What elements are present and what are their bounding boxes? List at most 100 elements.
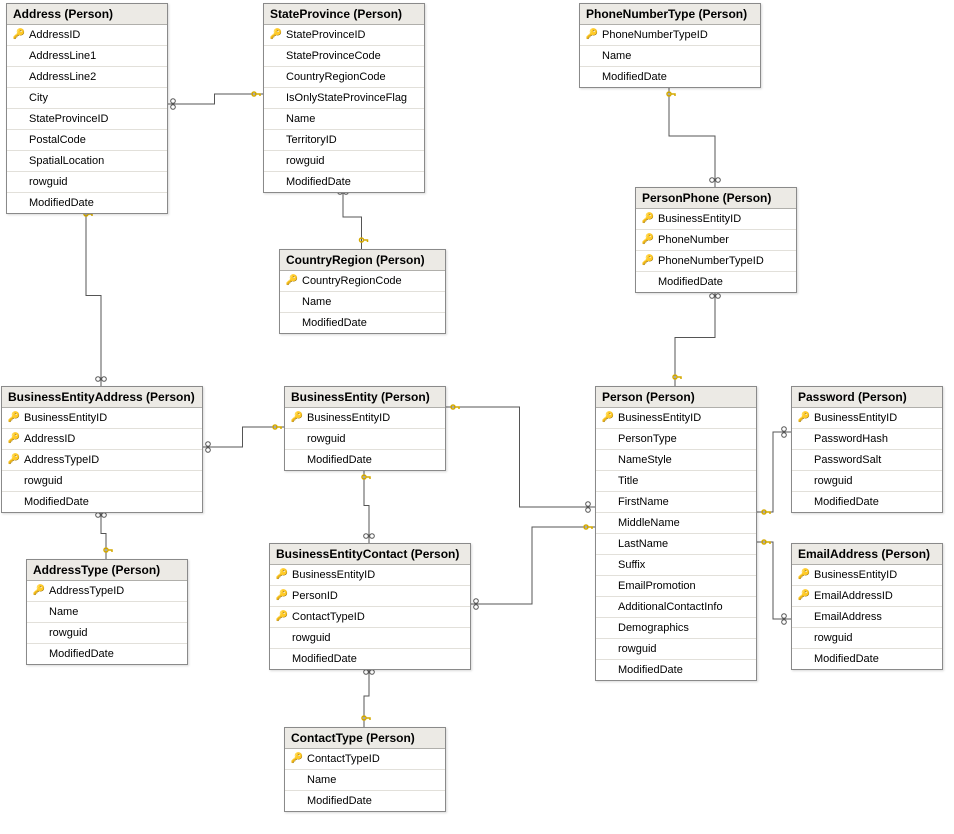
entity-PhoneNumberType[interactable]: PhoneNumberType (Person)🔑PhoneNumberType… — [579, 3, 761, 88]
column-row: ModifiedDate — [285, 791, 445, 811]
primary-key-icon: 🔑 — [600, 413, 616, 423]
column-row: City — [7, 88, 167, 109]
primary-key-icon: 🔑 — [640, 235, 656, 245]
column-row: 🔑BusinessEntityID — [596, 408, 756, 429]
primary-key-icon: 🔑 — [289, 754, 305, 764]
key-icon: 🔑 — [798, 570, 810, 580]
column-row: ModifiedDate — [7, 193, 167, 213]
entity-CountryRegion[interactable]: CountryRegion (Person)🔑CountryRegionCode… — [279, 249, 446, 334]
column-row: rowguid — [596, 639, 756, 660]
column-name: CountryRegionCode — [300, 275, 441, 287]
relationship-line — [101, 508, 106, 559]
primary-key-icon: 🔑 — [6, 455, 22, 465]
column-row: rowguid — [264, 151, 424, 172]
column-row: Name — [285, 770, 445, 791]
column-row: Title — [596, 471, 756, 492]
column-row: 🔑AddressTypeID — [27, 581, 187, 602]
column-row: ModifiedDate — [2, 492, 202, 512]
column-row: 🔑AddressID — [7, 25, 167, 46]
column-row: FirstName — [596, 492, 756, 513]
relationship-line — [166, 94, 263, 104]
entity-ContactType[interactable]: ContactType (Person)🔑ContactTypeIDNameMo… — [284, 727, 446, 812]
column-row: 🔑PhoneNumber — [636, 230, 796, 251]
column-name: Name — [600, 50, 756, 62]
column-name: SpatialLocation — [27, 155, 163, 167]
relationship-line — [755, 432, 791, 512]
key-icon: 🔑 — [798, 413, 810, 423]
column-row: 🔑BusinessEntityID — [792, 408, 942, 429]
key-icon: 🔑 — [642, 235, 654, 245]
column-row: PostalCode — [7, 130, 167, 151]
column-row: rowguid — [2, 471, 202, 492]
primary-key-icon: 🔑 — [640, 256, 656, 266]
column-name: ModifiedDate — [600, 71, 756, 83]
column-row: 🔑ContactTypeID — [285, 749, 445, 770]
column-name: LastName — [616, 538, 752, 550]
column-row: 🔑PhoneNumberTypeID — [636, 251, 796, 272]
column-row: Name — [264, 109, 424, 130]
column-row: IsOnlyStateProvinceFlag — [264, 88, 424, 109]
entity-Password[interactable]: Password (Person)🔑BusinessEntityIDPasswo… — [791, 386, 943, 513]
column-name: MiddleName — [616, 517, 752, 529]
column-name: ModifiedDate — [812, 496, 938, 508]
entity-Address[interactable]: Address (Person)🔑AddressIDAddressLine1Ad… — [6, 3, 168, 214]
column-name: NameStyle — [616, 454, 752, 466]
entity-header: BusinessEntityContact (Person) — [270, 544, 470, 565]
primary-key-icon: 🔑 — [584, 30, 600, 40]
column-row: StateProvinceCode — [264, 46, 424, 67]
column-row: PersonType — [596, 429, 756, 450]
column-row: AdditionalContactInfo — [596, 597, 756, 618]
entity-StateProvince[interactable]: StateProvince (Person)🔑StateProvinceIDSt… — [263, 3, 425, 193]
column-name: EmailAddressID — [812, 590, 938, 602]
key-icon: 🔑 — [276, 612, 288, 622]
column-name: StateProvinceID — [27, 113, 163, 125]
entity-header: BusinessEntityAddress (Person) — [2, 387, 202, 408]
entity-BusinessEntity[interactable]: BusinessEntity (Person)🔑BusinessEntityID… — [284, 386, 446, 471]
column-row: rowguid — [27, 623, 187, 644]
column-name: IsOnlyStateProvinceFlag — [284, 92, 420, 104]
relationship-line — [201, 427, 284, 447]
column-name: AdditionalContactInfo — [616, 601, 752, 613]
relationship-line — [364, 665, 369, 727]
entity-header: AddressType (Person) — [27, 560, 187, 581]
entity-BusinessEntityAddress[interactable]: BusinessEntityAddress (Person)🔑BusinessE… — [1, 386, 203, 513]
entity-Person[interactable]: Person (Person)🔑BusinessEntityIDPersonTy… — [595, 386, 757, 681]
column-row: AddressLine2 — [7, 67, 167, 88]
entity-PersonPhone[interactable]: PersonPhone (Person)🔑BusinessEntityID🔑Ph… — [635, 187, 797, 293]
column-name: Title — [616, 475, 752, 487]
entity-header: Address (Person) — [7, 4, 167, 25]
column-name: rowguid — [616, 643, 752, 655]
column-name: ModifiedDate — [290, 653, 466, 665]
column-name: AddressID — [27, 29, 163, 41]
column-row: ModifiedDate — [280, 313, 445, 333]
column-row: ModifiedDate — [596, 660, 756, 680]
entity-EmailAddress[interactable]: EmailAddress (Person)🔑BusinessEntityID🔑E… — [791, 543, 943, 670]
column-row: MiddleName — [596, 513, 756, 534]
column-name: PasswordSalt — [812, 454, 938, 466]
column-name: PasswordHash — [812, 433, 938, 445]
column-row: Name — [280, 292, 445, 313]
column-row: 🔑PersonID — [270, 586, 470, 607]
column-name: rowguid — [27, 176, 163, 188]
column-row: TerritoryID — [264, 130, 424, 151]
column-row: CountryRegionCode — [264, 67, 424, 88]
column-row: rowguid — [792, 471, 942, 492]
relationship-line — [675, 289, 715, 386]
column-row: Name — [580, 46, 760, 67]
entity-header: ContactType (Person) — [285, 728, 445, 749]
column-name: rowguid — [284, 155, 420, 167]
key-icon: 🔑 — [8, 434, 20, 444]
column-row: PasswordHash — [792, 429, 942, 450]
column-name: PostalCode — [27, 134, 163, 146]
entity-BusinessEntityContact[interactable]: BusinessEntityContact (Person)🔑BusinessE… — [269, 543, 471, 670]
entity-AddressType[interactable]: AddressType (Person)🔑AddressTypeIDNamero… — [26, 559, 188, 665]
column-name: ContactTypeID — [305, 753, 441, 765]
column-name: EmailPromotion — [616, 580, 752, 592]
column-row: Suffix — [596, 555, 756, 576]
column-name: Name — [300, 296, 441, 308]
column-name: rowguid — [812, 632, 938, 644]
column-row: SpatialLocation — [7, 151, 167, 172]
primary-key-icon: 🔑 — [796, 570, 812, 580]
column-row: PasswordSalt — [792, 450, 942, 471]
column-row: ModifiedDate — [264, 172, 424, 192]
